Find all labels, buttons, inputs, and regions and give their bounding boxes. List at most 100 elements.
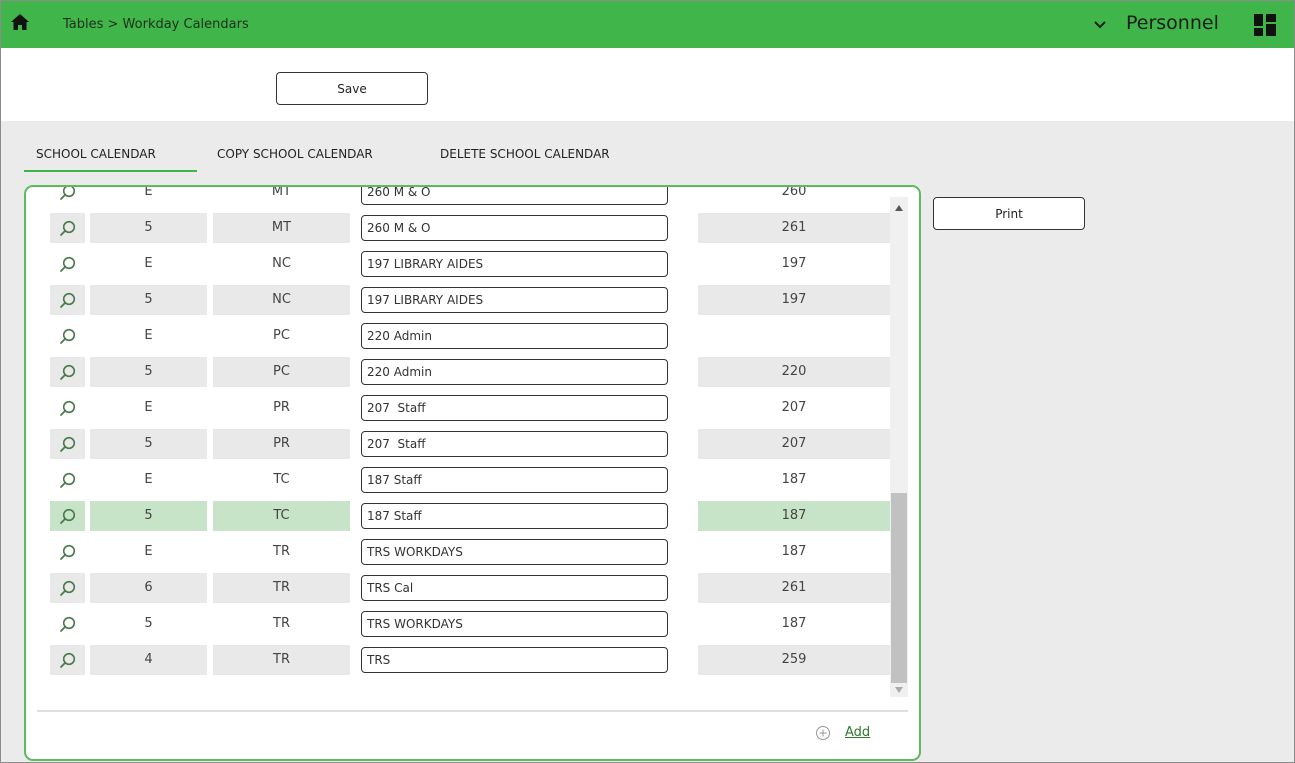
- calendar-name-input[interactable]: [361, 503, 668, 529]
- table-row[interactable]: E PR 207: [50, 390, 890, 426]
- days-value: 197: [781, 292, 807, 307]
- calendar-name-input[interactable]: [361, 647, 668, 673]
- magnifier-icon[interactable]: [59, 508, 76, 525]
- table-row[interactable]: 5 NC 197: [50, 282, 890, 318]
- table-row[interactable]: 5 PR 207: [50, 426, 890, 462]
- row-lookup-cell[interactable]: [50, 213, 85, 243]
- magnifier-icon[interactable]: [59, 652, 76, 669]
- table-row[interactable]: 6 TR 261: [50, 570, 890, 606]
- magnifier-icon[interactable]: [59, 472, 76, 489]
- magnifier-icon[interactable]: [59, 580, 76, 597]
- calendar-name-input[interactable]: [361, 467, 668, 493]
- calendar-name-input[interactable]: [361, 359, 668, 385]
- save-button[interactable]: Save: [276, 72, 428, 105]
- name-cell: [355, 429, 692, 459]
- tab-delete-school-calendar[interactable]: DELETE SCHOOL CALENDAR: [440, 147, 610, 161]
- table-row[interactable]: 5 TR 187: [50, 606, 890, 642]
- col-b-value: TR: [273, 544, 290, 559]
- row-lookup-cell[interactable]: [50, 393, 85, 423]
- table-row[interactable]: E NC 197: [50, 246, 890, 282]
- col-a-cell: E: [90, 187, 207, 207]
- magnifier-icon[interactable]: [59, 400, 76, 417]
- days-value: 261: [781, 220, 807, 235]
- table-row[interactable]: 4 TR 259: [50, 642, 890, 678]
- row-lookup-cell[interactable]: [50, 429, 85, 459]
- app-name[interactable]: Personnel: [1126, 12, 1219, 34]
- table-row[interactable]: E TC 187: [50, 462, 890, 498]
- days-value: 260: [781, 185, 807, 199]
- table-row[interactable]: E PC: [50, 318, 890, 354]
- col-b-value: NC: [272, 256, 291, 271]
- col-b-cell: TR: [213, 609, 350, 639]
- magnifier-icon[interactable]: [59, 616, 76, 633]
- col-b-cell: NC: [213, 285, 350, 315]
- name-cell: [355, 249, 692, 279]
- magnifier-icon[interactable]: [59, 328, 76, 345]
- plus-circle-icon[interactable]: [815, 725, 831, 741]
- calendar-name-input[interactable]: [361, 251, 668, 277]
- name-cell: [355, 187, 692, 207]
- home-icon[interactable]: [10, 12, 30, 32]
- magnifier-icon[interactable]: [59, 364, 76, 381]
- row-lookup-cell[interactable]: [50, 537, 85, 567]
- tab-copy-school-calendar[interactable]: COPY SCHOOL CALENDAR: [217, 147, 373, 161]
- table-row[interactable]: E MT 260: [50, 185, 890, 210]
- tab-school-calendar[interactable]: SCHOOL CALENDAR: [36, 147, 156, 161]
- vertical-scrollbar[interactable]: [890, 197, 908, 697]
- row-lookup-cell[interactable]: [50, 321, 85, 351]
- value-cell: 261: [698, 573, 890, 603]
- col-b-cell: TC: [213, 465, 350, 495]
- calendar-name-input[interactable]: [361, 539, 668, 565]
- calendar-name-input[interactable]: [361, 395, 668, 421]
- days-value: 259: [781, 652, 807, 667]
- calendar-name-input[interactable]: [361, 187, 668, 205]
- value-cell: 187: [698, 501, 890, 531]
- name-cell: [355, 645, 692, 675]
- col-a-value: E: [144, 400, 153, 415]
- calendar-name-input[interactable]: [361, 611, 668, 637]
- value-cell: 197: [698, 285, 890, 315]
- row-lookup-cell[interactable]: [50, 501, 85, 531]
- magnifier-icon[interactable]: [59, 436, 76, 453]
- magnifier-icon[interactable]: [59, 220, 76, 237]
- table-row[interactable]: 5 MT 261: [50, 210, 890, 246]
- chevron-down-icon[interactable]: [1090, 14, 1110, 34]
- row-lookup-cell[interactable]: [50, 573, 85, 603]
- row-lookup-cell[interactable]: [50, 465, 85, 495]
- col-b-cell: PR: [213, 393, 350, 423]
- days-value: 261: [781, 580, 807, 595]
- row-lookup-cell[interactable]: [50, 249, 85, 279]
- col-a-cell: 5: [90, 285, 207, 315]
- print-button[interactable]: Print: [933, 197, 1085, 230]
- main-content: SCHOOL CALENDAR COPY SCHOOL CALENDAR DEL…: [1, 121, 1294, 762]
- calendar-name-input[interactable]: [361, 215, 668, 241]
- col-a-cell: 4: [90, 645, 207, 675]
- table-row[interactable]: 5 PC 220: [50, 354, 890, 390]
- magnifier-icon[interactable]: [59, 185, 76, 201]
- col-a-value: 5: [144, 616, 153, 631]
- add-link[interactable]: Add: [845, 725, 870, 740]
- name-cell: [355, 501, 692, 531]
- value-cell: 220: [698, 357, 890, 387]
- grid-icon[interactable]: [1254, 14, 1276, 36]
- row-lookup-cell[interactable]: [50, 285, 85, 315]
- scroll-down-icon[interactable]: [895, 687, 903, 693]
- calendar-name-input[interactable]: [361, 575, 668, 601]
- row-lookup-cell[interactable]: [50, 357, 85, 387]
- scroll-thumb[interactable]: [891, 493, 907, 683]
- scroll-up-icon[interactable]: [895, 205, 903, 211]
- table-row[interactable]: 5 TC 187: [50, 498, 890, 534]
- calendar-name-input[interactable]: [361, 431, 668, 457]
- table-row[interactable]: E TR 187: [50, 534, 890, 570]
- magnifier-icon[interactable]: [59, 256, 76, 273]
- col-a-value: E: [144, 256, 153, 271]
- row-lookup-cell[interactable]: [50, 185, 85, 207]
- col-a-cell: 6: [90, 573, 207, 603]
- calendar-name-input[interactable]: [361, 287, 668, 313]
- calendar-name-input[interactable]: [361, 323, 668, 349]
- row-lookup-cell[interactable]: [50, 645, 85, 675]
- name-cell: [355, 573, 692, 603]
- row-lookup-cell[interactable]: [50, 609, 85, 639]
- magnifier-icon[interactable]: [59, 292, 76, 309]
- magnifier-icon[interactable]: [59, 544, 76, 561]
